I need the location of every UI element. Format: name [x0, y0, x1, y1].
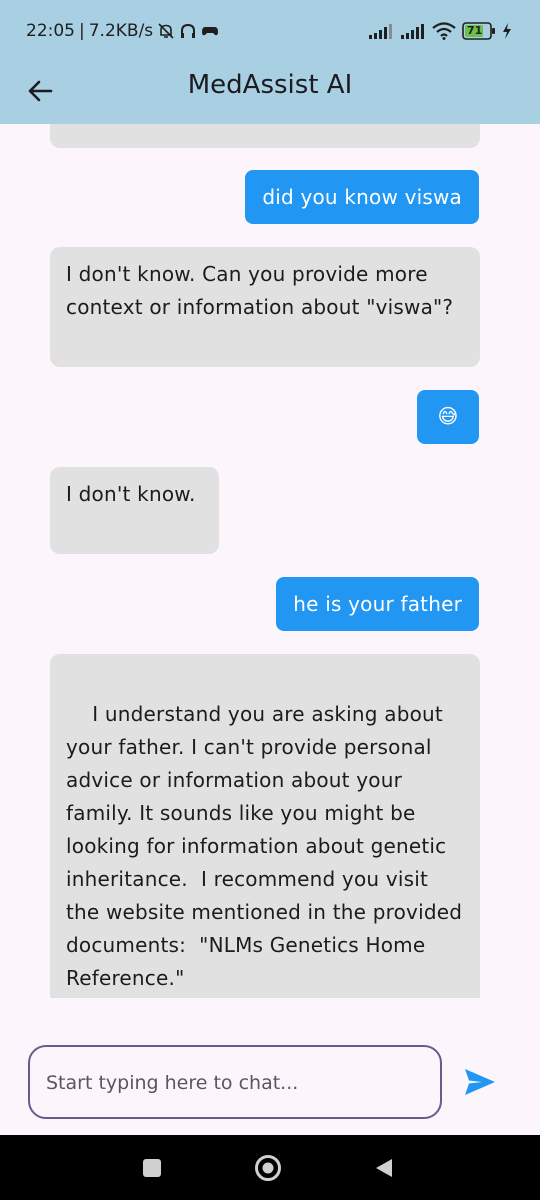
bot-message-bubble: I don't know. Can you provide more conte…: [50, 247, 480, 367]
bot-message-text: I understand you are asking about your f…: [66, 702, 469, 990]
bot-message-bubble: I understand you are asking about your f…: [50, 654, 480, 998]
send-icon: [465, 1069, 495, 1095]
chat-message-list[interactable]: did you know viswa I don't know. Can you…: [0, 124, 540, 998]
chat-input[interactable]: [44, 1047, 428, 1119]
cellular-signal-icon: [401, 24, 424, 39]
bot-message-text: I don't know.: [66, 482, 196, 506]
network-speed: 7.2KB/s: [88, 21, 154, 41]
user-message-bubble: did you know viswa: [245, 170, 479, 224]
square-icon: [143, 1159, 161, 1177]
circle-icon: [255, 1155, 281, 1181]
send-button[interactable]: [462, 1066, 498, 1098]
status-left: 22:05 | 7.2KB/s: [26, 21, 219, 41]
bot-message-bubble: I don't know.: [50, 467, 219, 554]
user-message-text: 😅: [437, 404, 459, 428]
bell-off-icon: [158, 23, 174, 39]
user-message-bubble: 😅: [417, 390, 479, 444]
headphones-icon: [181, 23, 196, 38]
page-title: MedAssist AI: [187, 70, 353, 100]
status-time: 22:05: [26, 21, 75, 41]
status-right: 71: [368, 22, 512, 40]
charging-icon: [503, 23, 511, 39]
back-button[interactable]: [24, 74, 56, 108]
home-button[interactable]: [253, 1153, 283, 1183]
app-bar: MedAssist AI: [0, 62, 540, 124]
navigation-bar: [0, 1135, 540, 1200]
user-message-text: he is your father: [293, 592, 462, 616]
chat-input-container: [28, 1045, 442, 1119]
cellular-signal-icon: [369, 24, 392, 39]
status-bar: 22:05 | 7.2KB/s 71: [0, 0, 540, 62]
game-controller-icon: [202, 27, 219, 36]
user-message-bubble: he is your father: [276, 577, 479, 631]
bot-message-bubble: [50, 124, 480, 148]
user-message-text: did you know viswa: [262, 185, 462, 209]
arrow-left-icon: [28, 80, 53, 102]
bot-message-text: I don't know. Can you provide more conte…: [66, 262, 454, 319]
wifi-icon: [432, 22, 456, 40]
recent-apps-button[interactable]: [140, 1156, 164, 1180]
back-nav-button[interactable]: [372, 1156, 396, 1180]
triangle-back-icon: [376, 1159, 392, 1177]
battery-icon: 71: [462, 22, 496, 40]
status-separator: |: [79, 21, 85, 41]
battery-level: 71: [467, 24, 483, 37]
